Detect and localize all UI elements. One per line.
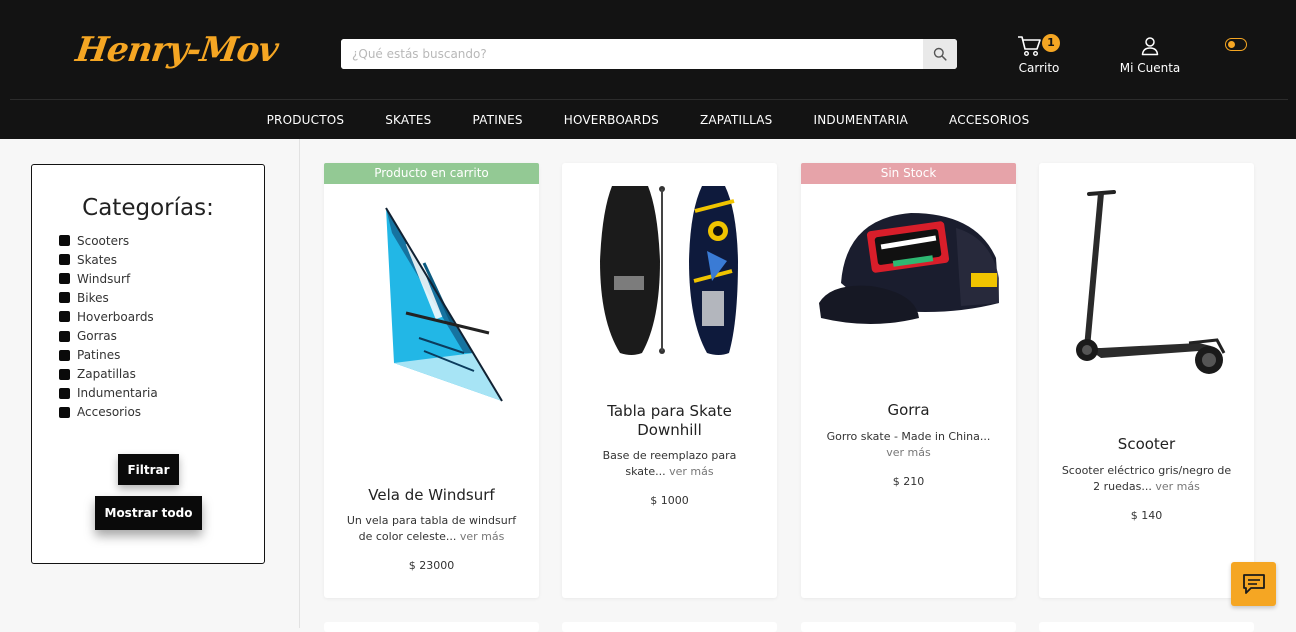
category-checkbox[interactable] — [59, 330, 70, 342]
nav-item-productos[interactable]: PRODUCTOS — [267, 113, 345, 127]
cart-icon — [1018, 36, 1041, 57]
nav-item-indumentaria[interactable]: INDUMENTARIA — [814, 113, 909, 127]
nav-item-zapatillas[interactable]: ZAPATILLAS — [700, 113, 773, 127]
category-checkbox[interactable] — [59, 368, 70, 380]
search-button[interactable] — [923, 39, 957, 69]
cap-image — [819, 213, 999, 324]
product-card-skate[interactable]: Tabla para Skate Downhill Base de reempl… — [562, 163, 777, 598]
chat-button[interactable] — [1231, 562, 1276, 606]
product-title[interactable]: Scooter — [1039, 435, 1254, 454]
category-checkbox[interactable] — [59, 254, 70, 266]
category-label: Zapatillas — [77, 367, 136, 382]
product-card-next-row[interactable] — [801, 622, 1016, 632]
user-icon — [1141, 37, 1159, 56]
nav-item-hoverboards[interactable]: HOVERBOARDS — [564, 113, 659, 127]
product-description: Un vela para tabla de windsurf de color … — [324, 513, 539, 545]
logo[interactable]: Henry-Mov — [73, 26, 280, 88]
account-button[interactable]: Mi Cuenta — [1117, 34, 1183, 78]
search-input[interactable] — [341, 39, 923, 69]
product-card-scooter[interactable]: Scooter Scooter eléctrico gris/negro de … — [1039, 163, 1254, 598]
category-label: Patines — [77, 348, 121, 363]
product-price: $ 210 — [892, 475, 925, 488]
category-item-zapatillas[interactable]: Zapatillas — [59, 365, 158, 384]
category-item-accesorios[interactable]: Accesorios — [59, 403, 158, 422]
category-checkbox[interactable] — [59, 387, 70, 399]
product-title[interactable]: Vela de Windsurf — [324, 486, 539, 505]
product-title[interactable]: Tabla para Skate Downhill — [562, 402, 777, 440]
cart-count-badge: 1 — [1042, 34, 1060, 52]
see-more-link[interactable]: ver más — [456, 530, 505, 543]
product-price: $ 23000 — [408, 559, 455, 572]
category-label: Indumentaria — [77, 386, 158, 401]
product-card-cap[interactable]: Sin Stock Gorra Gorro skate - Made in Ch… — [801, 163, 1016, 598]
category-checkbox[interactable] — [59, 311, 70, 323]
cart-button[interactable]: 1 Carrito — [1010, 34, 1068, 78]
category-label: Skates — [77, 252, 118, 267]
nav-item-accesorios[interactable]: ACCESORIOS — [949, 113, 1029, 127]
description-text: Gorro skate - Made in China... — [826, 430, 991, 443]
category-label: Gorras — [77, 329, 117, 344]
nav-item-patines[interactable]: PATINES — [473, 113, 523, 127]
cart-label: Carrito — [1018, 61, 1060, 75]
category-item-indumentaria[interactable]: Indumentaria — [59, 384, 158, 403]
toggle-knob — [1228, 40, 1235, 48]
see-more-link[interactable]: ver más — [1152, 480, 1200, 493]
nav-item-skates[interactable]: SKATES — [385, 113, 431, 127]
product-card-next-row[interactable] — [562, 622, 777, 632]
category-label: Accesorios — [77, 405, 142, 420]
category-filter-panel: Categorías: Scooters Skates Windsurf Bik… — [31, 164, 265, 564]
category-item-hoverboards[interactable]: Hoverboards — [59, 307, 158, 326]
search-icon — [933, 47, 947, 61]
show-all-button[interactable]: Mostrar todo — [95, 496, 202, 530]
category-item-windsurf[interactable]: Windsurf — [59, 269, 158, 288]
category-item-gorras[interactable]: Gorras — [59, 326, 158, 345]
product-card-next-row[interactable] — [324, 622, 539, 632]
category-checkbox[interactable] — [59, 273, 70, 285]
category-item-skates[interactable]: Skates — [59, 250, 158, 269]
category-checkbox[interactable] — [59, 235, 70, 247]
category-label: Bikes — [77, 290, 109, 305]
product-description: Gorro skate - Made in China... ver más — [801, 429, 1016, 461]
product-description: Base de reemplazo para skate... ver más — [562, 448, 777, 480]
category-label: Hoverboards — [77, 309, 154, 324]
category-item-bikes[interactable]: Bikes — [59, 288, 158, 307]
in-cart-badge: Producto en carrito — [324, 163, 539, 184]
filter-title: Categorías: — [82, 195, 214, 221]
scooter-image — [1076, 190, 1226, 374]
theme-toggle[interactable] — [1225, 38, 1247, 51]
out-of-stock-badge: Sin Stock — [801, 163, 1016, 184]
see-more-link[interactable]: ver más — [886, 446, 930, 459]
product-title[interactable]: Gorra — [801, 401, 1016, 420]
logo-text: Henry-Mov — [73, 30, 281, 70]
site-header: Henry-Mov 1 Carrito Mi Cuenta PRODUCTO — [0, 0, 1296, 139]
windsurf-sail-image — [385, 207, 503, 402]
account-label: Mi Cuenta — [1119, 61, 1181, 75]
category-label: Scooters — [77, 233, 130, 248]
category-checkbox[interactable] — [59, 406, 70, 418]
category-item-scooters[interactable]: Scooters — [59, 231, 158, 250]
category-label: Windsurf — [77, 271, 131, 286]
product-price: $ 140 — [1130, 509, 1163, 522]
main-nav: PRODUCTOS SKATES PATINES HOVERBOARDS ZAP… — [0, 100, 1296, 139]
product-card-windsurf[interactable]: Producto en carrito Vela de Windsurf Un … — [324, 163, 539, 598]
category-checkbox[interactable] — [59, 292, 70, 304]
category-item-patines[interactable]: Patines — [59, 346, 158, 365]
category-list: Scooters Skates Windsurf Bikes Hoverboar… — [59, 231, 158, 422]
description-text: Scooter eléctrico gris/negro de 2 ruedas… — [1061, 464, 1232, 493]
filter-button[interactable]: Filtrar — [118, 454, 179, 485]
skateboard-deck-image — [600, 186, 738, 355]
product-card-next-row[interactable] — [1039, 622, 1254, 632]
see-more-link[interactable]: ver más — [666, 465, 714, 478]
product-description: Scooter eléctrico gris/negro de 2 ruedas… — [1039, 463, 1254, 495]
search-bar — [341, 39, 957, 69]
category-checkbox[interactable] — [59, 349, 70, 361]
chat-icon — [1242, 574, 1265, 594]
product-price: $ 1000 — [650, 494, 689, 507]
